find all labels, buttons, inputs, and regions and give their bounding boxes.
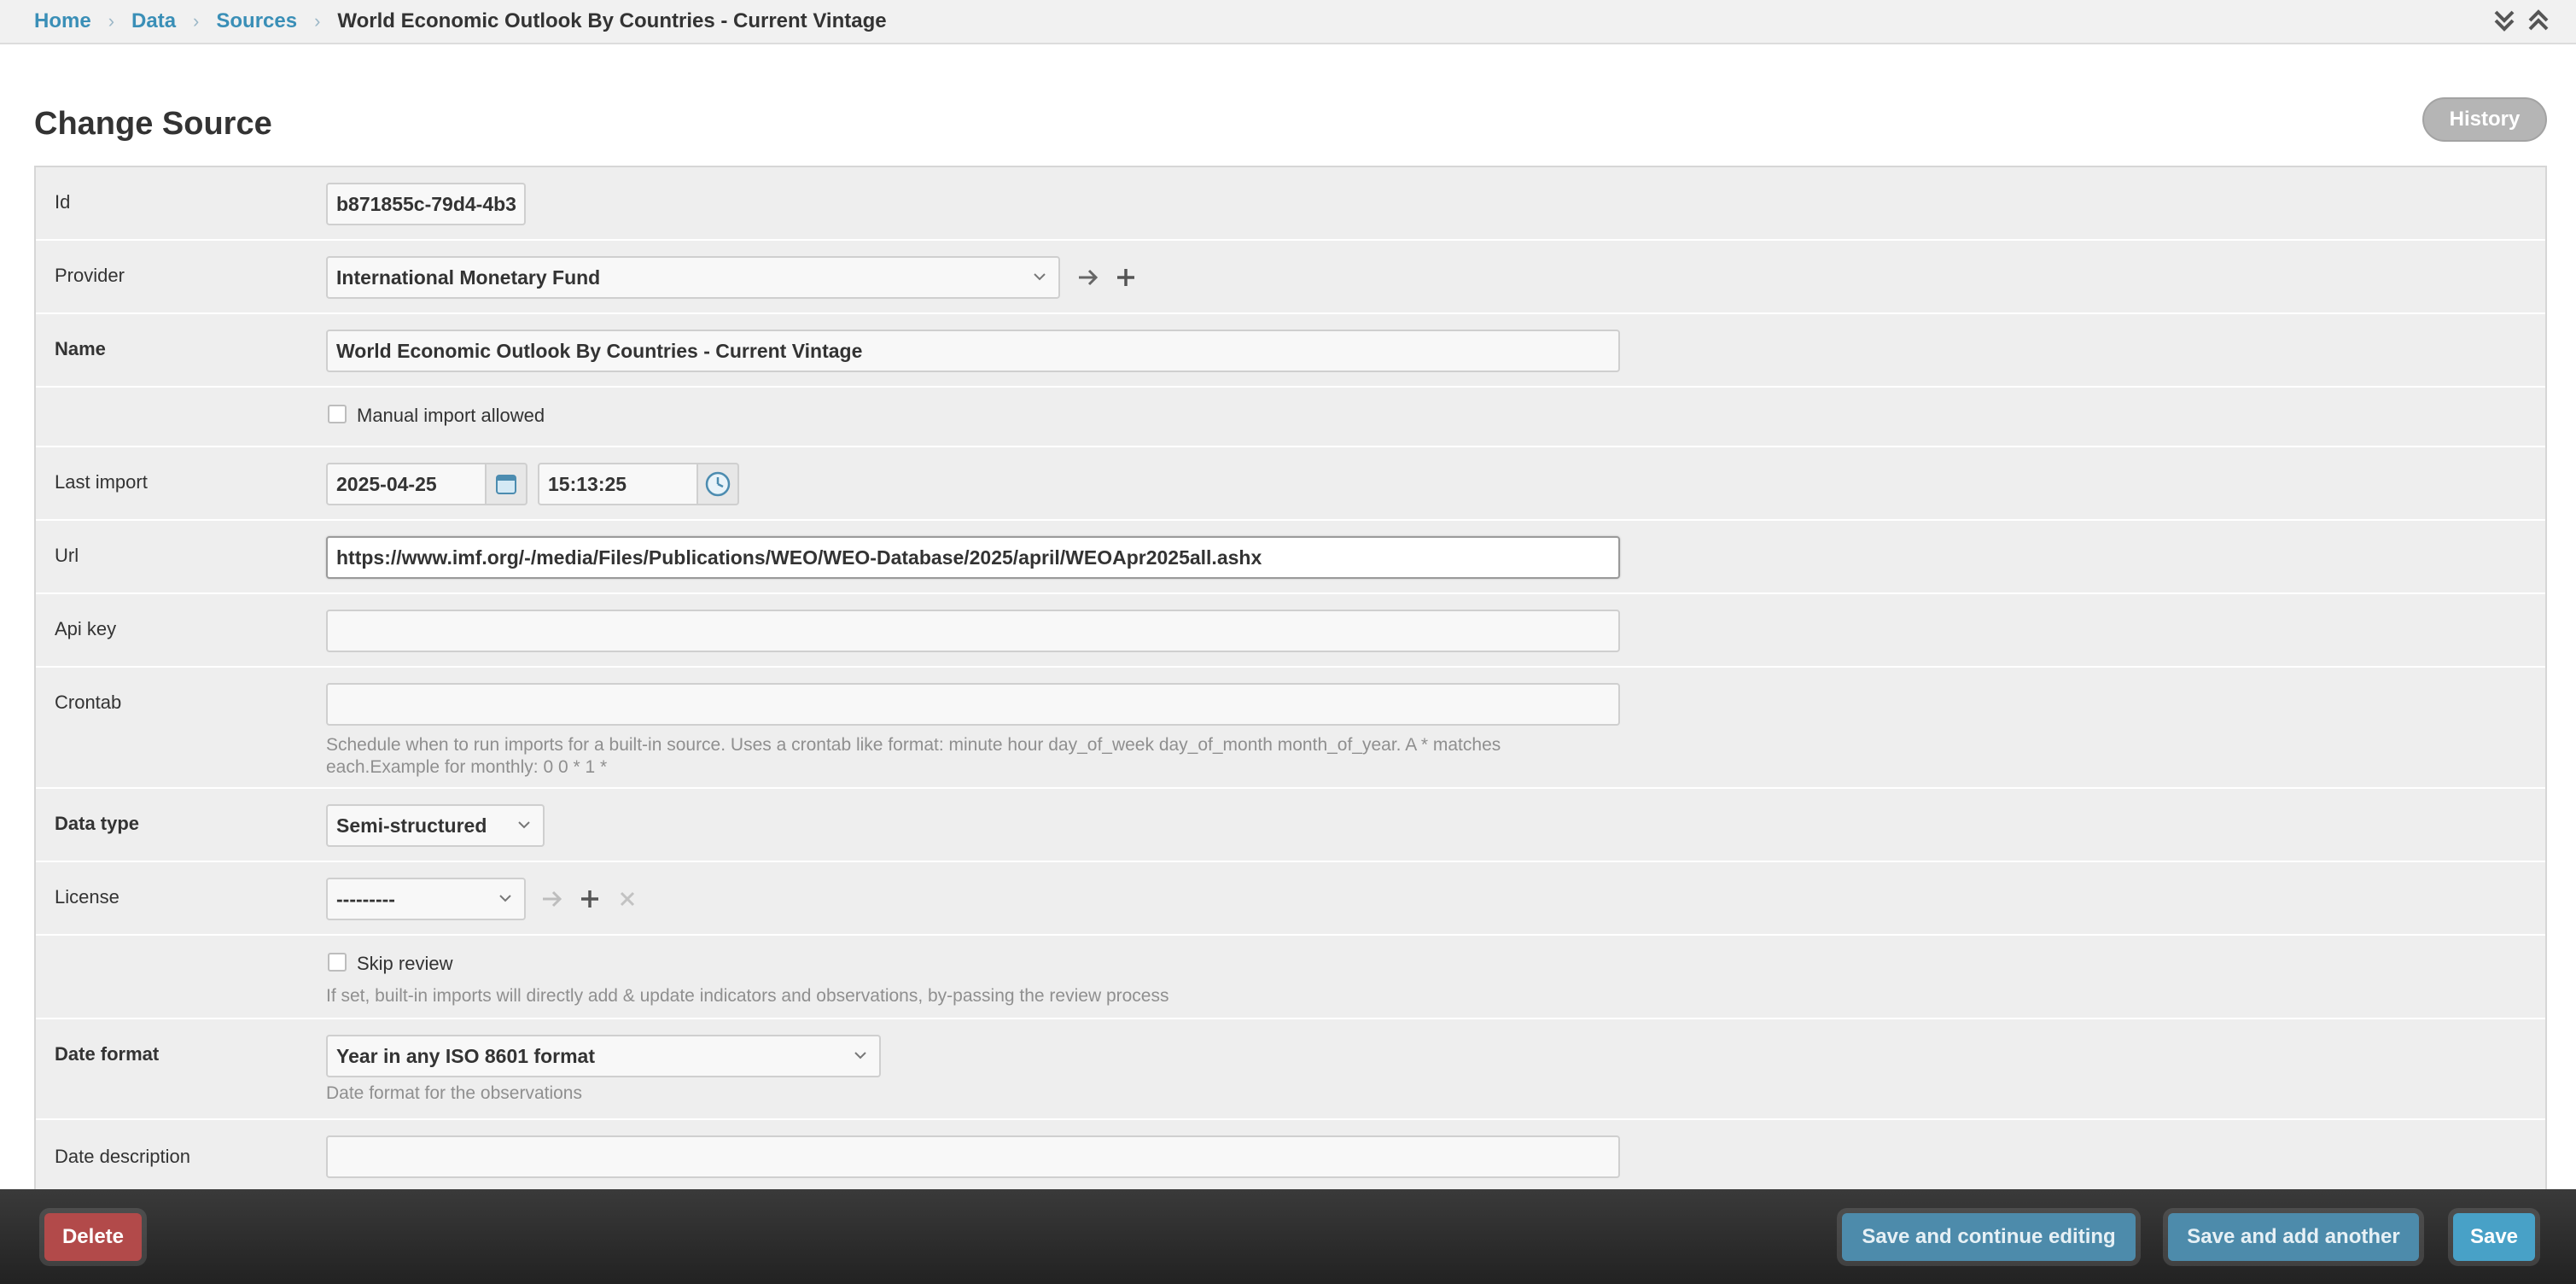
- row-id: Id b871855c-79d4-4b3: [36, 167, 2545, 241]
- double-chevron-down-icon[interactable]: [2492, 5, 2516, 36]
- name-input[interactable]: World Economic Outlook By Countries - Cu…: [326, 330, 1620, 372]
- double-chevron-up-icon[interactable]: [2526, 5, 2550, 36]
- change-source-form: Id b871855c-79d4-4b3 Provider Internatio…: [34, 166, 2547, 1284]
- row-data-type: Data type Semi-structured: [36, 789, 2545, 862]
- data-type-label: Data type: [55, 813, 140, 834]
- api-key-input[interactable]: [326, 610, 1620, 652]
- row-manual-import: Manual import allowed: [36, 388, 2545, 447]
- id-label: Id: [55, 191, 71, 213]
- breadcrumb-sources[interactable]: Sources: [216, 9, 297, 33]
- save-and-add-another-button[interactable]: Save and add another: [2168, 1213, 2419, 1261]
- skip-review-help: If set, built-in imports will directly a…: [326, 986, 1169, 1006]
- breadcrumb-home[interactable]: Home: [34, 9, 91, 33]
- row-last-import: Last import 2025-04-25 15:13:25: [36, 447, 2545, 521]
- date-description-input[interactable]: [326, 1135, 1620, 1178]
- date-format-help: Date format for the observations: [326, 1083, 582, 1103]
- license-label: License: [55, 886, 119, 908]
- chevron-down-icon: [1034, 273, 1046, 281]
- row-provider: Provider International Monetary Fund: [36, 241, 2545, 314]
- date-format-label: Date format: [55, 1043, 160, 1065]
- row-url: Url https://www.imf.org/-/media/Files/Pu…: [36, 521, 2545, 594]
- url-input[interactable]: https://www.imf.org/-/media/Files/Public…: [326, 536, 1620, 579]
- chevron-down-icon: [518, 821, 530, 829]
- plus-icon[interactable]: [577, 886, 603, 912]
- chevron-right-icon: ›: [314, 10, 321, 32]
- calendar-icon: [496, 475, 516, 494]
- chevron-down-icon: [499, 895, 511, 902]
- crontab-help-line2: each.Example for monthly: 0 0 * 1 *: [326, 757, 608, 777]
- crontab-input[interactable]: [326, 683, 1620, 726]
- api-key-label: Api key: [55, 618, 117, 639]
- plus-icon[interactable]: [1113, 265, 1139, 290]
- row-skip-review: Skip review If set, built-in imports wil…: [36, 936, 2545, 1019]
- license-select[interactable]: ---------: [326, 878, 526, 920]
- date-format-select[interactable]: Year in any ISO 8601 format: [326, 1035, 881, 1077]
- row-date-format: Date format Year in any ISO 8601 format …: [36, 1019, 2545, 1120]
- row-api-key: Api key: [36, 594, 2545, 668]
- chevron-down-icon: [854, 1052, 866, 1059]
- id-input[interactable]: b871855c-79d4-4b3: [326, 183, 526, 225]
- delete-button[interactable]: Delete: [44, 1213, 142, 1261]
- last-import-time-input[interactable]: 15:13:25: [538, 463, 698, 505]
- last-import-label: Last import: [55, 471, 148, 493]
- data-type-select[interactable]: Semi-structured: [326, 804, 545, 847]
- row-name: Name World Economic Outlook By Countries…: [36, 314, 2545, 388]
- calendar-button[interactable]: [487, 463, 527, 505]
- skip-review-label: Skip review: [357, 953, 453, 974]
- chevron-right-icon: ›: [193, 10, 200, 32]
- date-format-selected-value: Year in any ISO 8601 format: [336, 1044, 595, 1067]
- row-date-description: Date description: [36, 1120, 2545, 1197]
- breadcrumb-current: World Economic Outlook By Countries - Cu…: [337, 9, 887, 32]
- breadcrumb: Home › Data › Sources › World Economic O…: [0, 0, 2576, 44]
- row-crontab: Crontab Schedule when to run imports for…: [36, 668, 2545, 789]
- close-icon: [620, 891, 635, 907]
- provider-select[interactable]: International Monetary Fund: [326, 256, 1060, 299]
- row-license: License ---------: [36, 862, 2545, 936]
- license-selected-value: ---------: [336, 887, 395, 910]
- arrow-right-icon: [543, 890, 562, 908]
- manual-import-checkbox[interactable]: [328, 405, 347, 423]
- crontab-help-line1: Schedule when to run imports for a built…: [326, 735, 1501, 755]
- save-button[interactable]: Save: [2453, 1213, 2535, 1261]
- crontab-label: Crontab: [55, 692, 122, 713]
- breadcrumb-data[interactable]: Data: [131, 9, 176, 33]
- manual-import-label: Manual import allowed: [357, 405, 545, 426]
- name-label: Name: [55, 338, 106, 359]
- skip-review-checkbox[interactable]: [328, 953, 347, 972]
- last-import-date-input[interactable]: 2025-04-25: [326, 463, 487, 505]
- clock-button[interactable]: [698, 463, 739, 505]
- submit-row: Delete Save and continue editing Save an…: [0, 1189, 2576, 1284]
- chevron-right-icon: ›: [108, 10, 115, 32]
- date-description-label: Date description: [55, 1146, 190, 1167]
- history-button[interactable]: History: [2422, 97, 2547, 142]
- crontab-help: Schedule when to run imports for a built…: [326, 734, 1501, 779]
- provider-selected-value: International Monetary Fund: [336, 266, 601, 289]
- provider-label: Provider: [55, 265, 125, 286]
- data-type-selected-value: Semi-structured: [336, 814, 487, 837]
- page-title: Change Source: [34, 106, 272, 142]
- url-label: Url: [55, 545, 79, 566]
- save-and-continue-button[interactable]: Save and continue editing: [1842, 1213, 2136, 1261]
- clock-icon: [705, 471, 731, 497]
- arrow-right-icon[interactable]: [1075, 265, 1101, 290]
